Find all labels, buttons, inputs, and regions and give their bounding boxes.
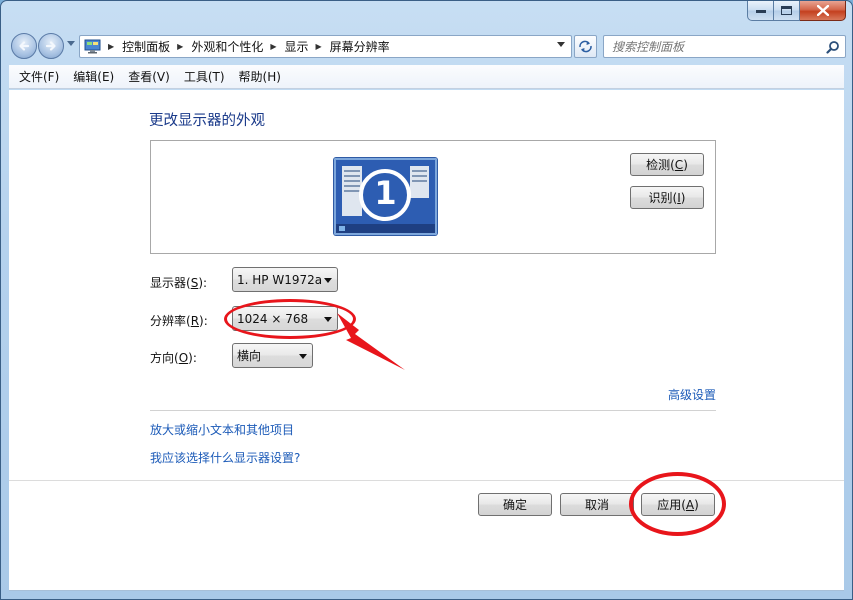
back-button[interactable] [11,33,37,59]
search-input[interactable] [612,39,812,54]
minimize-icon [755,9,766,13]
menu-file[interactable]: 文件(F) [12,68,66,85]
breadcrumb-display[interactable]: 显示 [285,38,309,55]
footer-divider [9,480,844,481]
resolution-label-text: 分辨率( [150,314,191,328]
identify-button[interactable]: 识别(I) [630,186,704,209]
apply-highlight-circle [629,472,726,536]
breadcrumb-separator: ▶ [270,42,277,51]
breadcrumb-separator: ▶ [315,42,322,51]
identify-label: 识别( [648,191,678,205]
navigation-bar: ▶ 控制面板 ▶ 外观和个性化 ▶ 显示 ▶ 屏幕分辨率 [9,31,846,61]
resolution-label-end: ): [199,314,208,328]
window-caption-buttons [747,1,846,21]
advanced-settings-link[interactable]: 高级设置 [668,386,716,403]
display-select[interactable]: 1. HP W1972a [232,267,338,292]
maximize-button[interactable] [774,1,800,21]
close-icon [816,5,829,16]
detect-label-end: ) [683,157,688,172]
forward-button[interactable] [38,33,64,59]
display-label: 显示器(S): [150,274,207,291]
section-divider [150,410,716,411]
display-label-end: ): [198,276,208,290]
orientation-select-value: 横向 [237,349,262,363]
refresh-button[interactable] [574,35,597,58]
menu-edit[interactable]: 编辑(E) [66,68,121,85]
orientation-label-text: 方向( [150,351,179,365]
breadcrumb-screen-resolution[interactable]: 屏幕分辨率 [330,38,390,55]
detect-key: C [674,157,684,172]
detect-button[interactable]: 检测(C) [630,153,704,176]
orientation-select[interactable]: 横向 [232,343,313,368]
monitor-1-image[interactable]: 1 [334,158,437,235]
maximize-icon [781,6,792,15]
close-button[interactable] [800,1,846,21]
identify-label-end: ) [680,190,686,205]
chevron-down-icon[interactable] [67,41,75,46]
content-pane: 更改显示器的外观 1 检测(C) 识别(I) 显示器(S): 1. HP… [9,90,844,591]
text-size-link[interactable]: 放大或缩小文本和其他项目 [150,421,294,438]
resolution-label-key: R [190,314,200,328]
search-icon[interactable] [826,40,840,54]
breadcrumb-separator: ▶ [108,42,115,51]
menu-view[interactable]: 查看(V) [121,68,177,85]
control-panel-window: ▶ 控制面板 ▶ 外观和个性化 ▶ 显示 ▶ 屏幕分辨率 搜索控制面板 文件(F… [0,0,853,600]
orientation-label-end: ): [188,351,197,365]
page-title: 更改显示器的外观 [149,113,265,129]
which-settings-link[interactable]: 我应该选择什么显示器设置? [150,449,300,466]
annotation-arrow-icon [337,313,405,370]
address-bar[interactable]: ▶ 控制面板 ▶ 外观和个性化 ▶ 显示 ▶ 屏幕分辨率 [79,35,572,58]
menu-bar: 文件(F) 编辑(E) 查看(V) 工具(T) 帮助(H) [9,65,844,89]
menu-help[interactable]: 帮助(H) [232,68,288,85]
monitor-preview-panel: 1 检测(C) 识别(I) [150,140,716,254]
breadcrumb-control-panel[interactable]: 控制面板 [122,38,170,55]
cancel-button[interactable]: 取消 [560,493,634,516]
minimize-button[interactable] [747,1,774,21]
arrow-right-icon [45,41,56,51]
orientation-label: 方向(O): [150,349,197,366]
chevron-down-icon [299,354,307,359]
ok-button[interactable]: 确定 [478,493,552,516]
refresh-icon [579,40,592,53]
arrow-left-icon [19,41,30,51]
chevron-down-icon [324,278,332,283]
resolution-label: 分辨率(R): [150,312,208,329]
orientation-label-key: O [178,351,189,365]
display-label-text: 显示器( [150,276,191,290]
chevron-down-icon[interactable] [557,42,565,47]
display-select-value: 1. HP W1972a [237,272,323,287]
detect-label: 检测( [646,158,675,172]
menu-tools[interactable]: 工具(T) [177,68,232,85]
monitor-number: 1 [374,174,397,212]
search-box[interactable] [603,35,846,58]
breadcrumb-separator: ▶ [177,42,184,51]
control-panel-icon [84,39,101,54]
breadcrumb-appearance[interactable]: 外观和个性化 [191,38,263,55]
